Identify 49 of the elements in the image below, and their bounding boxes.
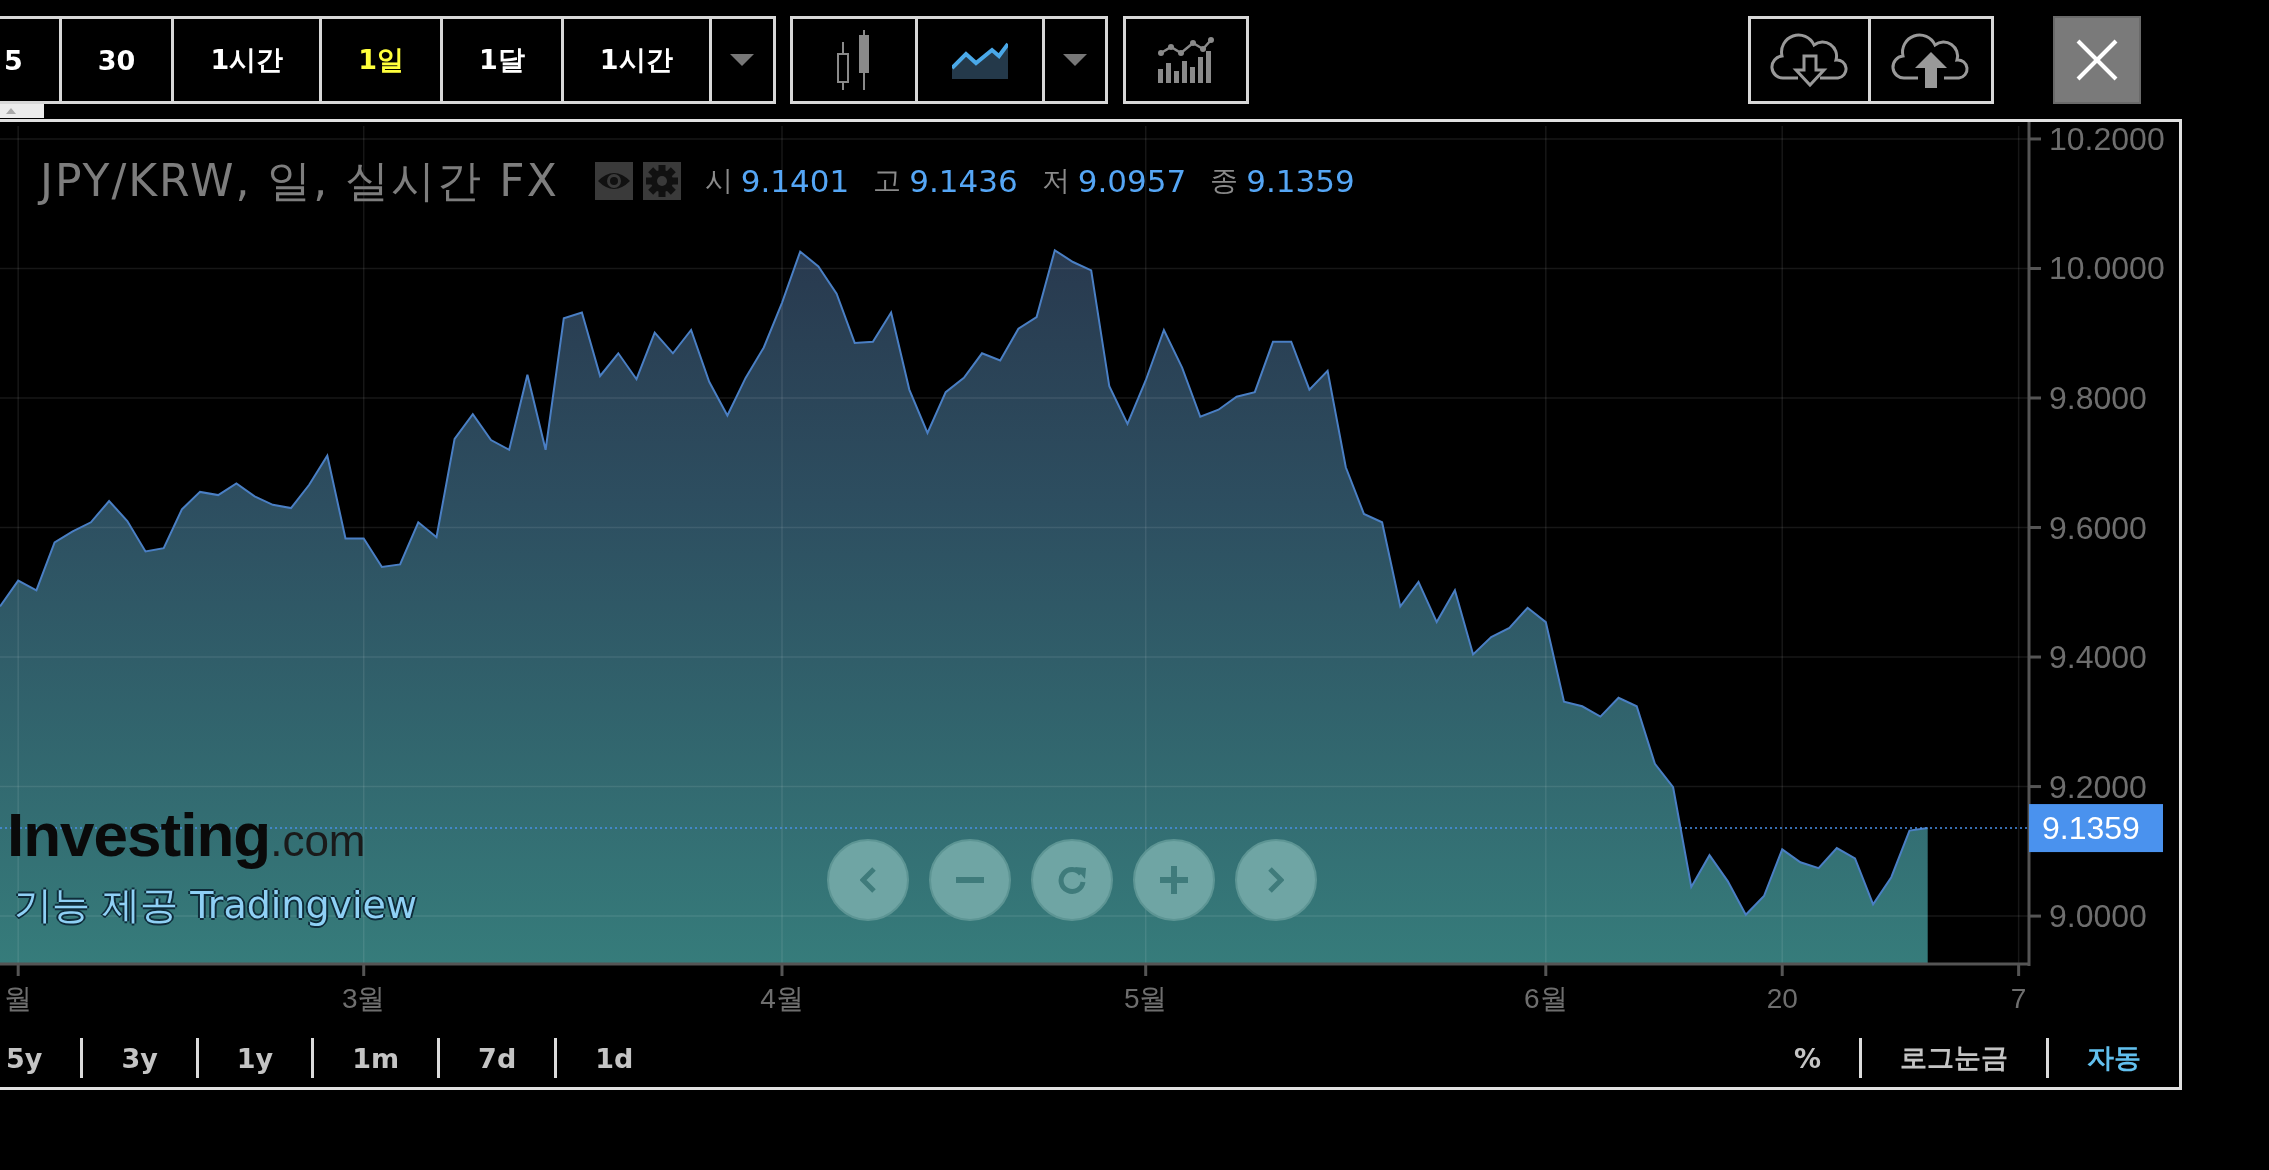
cloud-upload-icon — [1891, 32, 1971, 88]
range-button[interactable]: 1m — [314, 1042, 438, 1074]
candlestick-icon — [836, 30, 871, 90]
price-axis-label: 9.0000 — [2049, 898, 2147, 935]
price-axis-label: 10.2000 — [2049, 122, 2165, 157]
caret-down-icon — [1062, 54, 1087, 66]
range-button[interactable]: 5y — [0, 1042, 81, 1074]
caret-up-icon — [6, 108, 16, 114]
close-icon — [2076, 39, 2118, 81]
ohlc-label: 종 — [1210, 163, 1239, 199]
minus-icon — [956, 877, 984, 883]
range-button[interactable]: 3y — [83, 1042, 196, 1074]
price-axis-label: 9.2000 — [2049, 768, 2147, 805]
ohlc-value: 9.0957 — [1077, 163, 1187, 199]
range-button[interactable]: 7d — [440, 1042, 555, 1074]
price-axis-label: 10.0000 — [2049, 250, 2165, 287]
plus-icon — [1160, 866, 1188, 894]
logo-text: Investing.com — [7, 804, 366, 871]
cloud-download-icon — [1769, 32, 1850, 88]
time-axis-label: 5월 — [1123, 983, 1168, 1014]
scale-toggle[interactable]: % — [1755, 1042, 1859, 1074]
price-axis-label: 9.8000 — [2049, 380, 2147, 416]
time-axis-label: 7 — [2010, 983, 2027, 1014]
ohlc-label: 고 — [873, 163, 902, 199]
range-button[interactable]: 1y — [198, 1042, 312, 1074]
ohlc-value: 9.1359 — [1246, 163, 1355, 199]
ohlc-label: 저 — [1041, 163, 1070, 199]
price-axis-label: 9.4000 — [2049, 639, 2147, 676]
time-axis-label: 4월 — [760, 983, 804, 1014]
area-chart-icon — [951, 41, 1008, 79]
time-axis-label: 3월 — [341, 983, 386, 1014]
ohlc-value: 9.1436 — [909, 163, 1018, 199]
chevron-left-icon — [860, 867, 876, 893]
price-badge: 9.1359 — [2029, 804, 2163, 853]
price-axis-label: 9.6000 — [2049, 509, 2147, 546]
refresh-icon — [1057, 865, 1087, 895]
caret-down-icon — [730, 54, 755, 66]
close-button[interactable] — [2053, 16, 2141, 104]
range-button[interactable]: 1d — [557, 1042, 672, 1074]
ohlc-label: 시 — [704, 163, 733, 199]
scale-toggle[interactable]: 로그눈금 — [1862, 1040, 2046, 1076]
time-axis-label: 20 — [1766, 983, 1798, 1014]
scale-toggle[interactable]: 자동 — [2049, 1040, 2179, 1076]
time-axis-label: 6월 — [1524, 983, 1568, 1014]
chevron-right-icon — [1268, 867, 1284, 893]
ohlc-value: 9.1401 — [740, 163, 850, 199]
time-axis-label: 월 — [4, 983, 33, 1014]
ref-line-label: 9.1359 — [2042, 810, 2140, 847]
bar-line-chart-icon — [1157, 37, 1214, 83]
